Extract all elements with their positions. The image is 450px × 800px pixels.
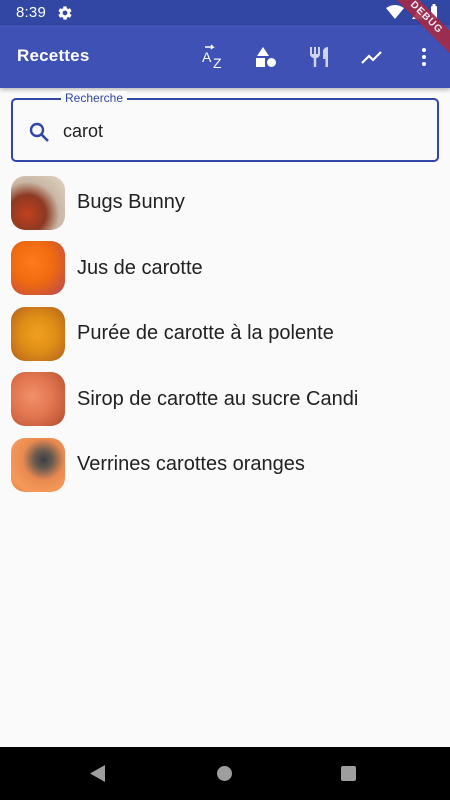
back-icon[interactable] [90,765,106,782]
recipe-thumbnail [11,306,65,361]
recipe-item-puree-carotte-polente[interactable]: Purée de carotte à la polente [0,301,450,367]
search-icon [29,122,49,142]
recipe-thumbnail [11,241,65,296]
sort-az-icon: A Z [202,44,222,70]
more-vert-icon [422,48,426,66]
restaurant-filter-button[interactable] [304,42,334,72]
status-time: 8:39 [16,4,46,21]
recipe-name: Bugs Bunny [77,191,185,214]
recipe-name: Verrines carottes oranges [77,453,305,476]
search-input[interactable] [63,118,423,144]
shapes-icon [256,47,276,67]
settings-gear-icon [58,6,72,20]
recipe-item-sirop-carotte-sucre-candi[interactable]: Sirop de carotte au sucre Candi [0,367,450,433]
recipe-thumbnail [11,437,65,492]
recipe-item-verrines-carottes-oranges[interactable]: Verrines carottes oranges [0,432,450,498]
recipe-name: Purée de carotte à la polente [77,322,334,345]
wifi-icon [386,4,404,19]
app-bar: Recettes A Z [0,25,450,88]
svg-text:A: A [202,49,212,65]
recipe-name: Sirop de carotte au sucre Candi [77,387,359,410]
recents-icon[interactable] [341,766,356,781]
svg-text:Z: Z [213,55,222,70]
recipe-list: Bugs Bunny Jus de carotte Purée de carot… [0,170,450,498]
search-field[interactable]: Recherche [11,91,439,162]
recipe-thumbnail [11,175,65,230]
recipe-item-jus-de-carotte[interactable]: Jus de carotte [0,236,450,302]
fork-knife-icon [310,47,328,67]
home-icon[interactable] [217,766,232,781]
trending-up-icon [361,51,382,64]
search-label: Recherche [61,91,128,105]
status-bar: 8:39 [0,0,450,25]
category-filter-button[interactable] [251,42,281,72]
recipe-thumbnail [11,372,65,427]
more-options-button[interactable] [409,42,439,72]
recipe-item-bugs-bunny[interactable]: Bugs Bunny [0,170,450,236]
sort-alphabetical-button[interactable]: A Z [199,42,229,72]
app-title: Recettes [17,46,90,65]
trending-button[interactable] [357,42,387,72]
recipe-name: Jus de carotte [77,256,203,279]
system-navigation-bar [0,747,450,800]
